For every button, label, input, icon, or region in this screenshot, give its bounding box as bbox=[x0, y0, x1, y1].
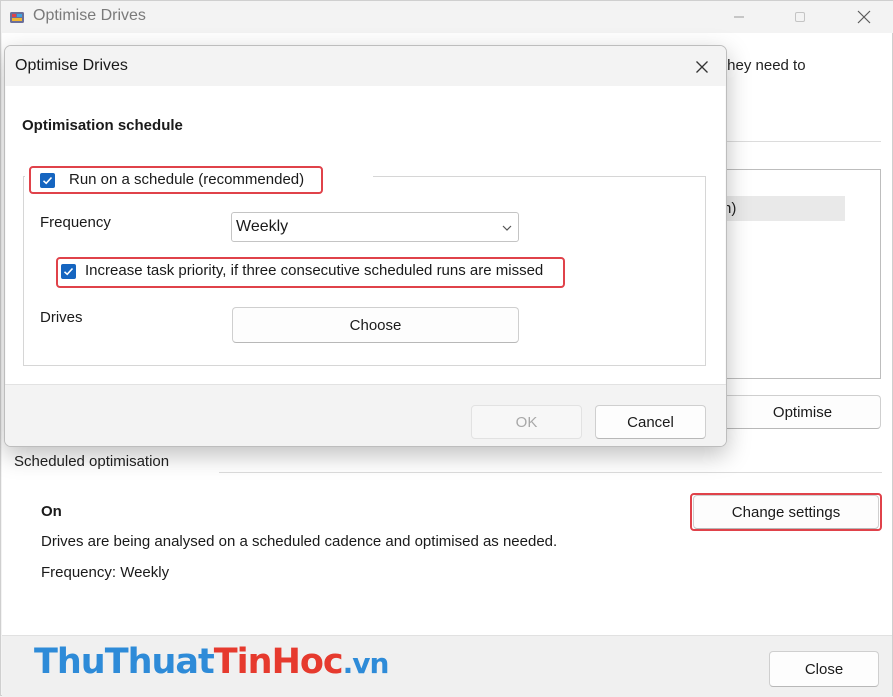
cancel-button[interactable]: Cancel bbox=[595, 405, 706, 439]
watermark-part1: ThuThuat bbox=[34, 642, 215, 682]
change-settings-button[interactable]: Change settings bbox=[693, 495, 879, 529]
ok-button[interactable]: OK bbox=[471, 405, 582, 439]
run-on-schedule-label[interactable]: Run on a schedule (recommended) bbox=[69, 171, 304, 188]
main-titlebar: Optimise Drives bbox=[1, 1, 893, 33]
watermark-logo: ThuThuatTinHoc.vn bbox=[34, 642, 390, 682]
watermark-part2: TinHoc bbox=[213, 642, 344, 682]
optimise-button[interactable]: Optimise bbox=[725, 395, 881, 429]
dialog-close-button[interactable] bbox=[685, 52, 719, 82]
divider bbox=[723, 141, 881, 142]
main-window-title: Optimise Drives bbox=[33, 7, 146, 24]
defrag-app-icon bbox=[9, 9, 25, 25]
increase-priority-label[interactable]: Increase task priority, if three consecu… bbox=[85, 262, 543, 279]
drive-list-header bbox=[723, 170, 845, 197]
schedule-frequency: Frequency: Weekly bbox=[41, 564, 170, 581]
minimize-icon bbox=[734, 16, 744, 18]
close-button[interactable]: Close bbox=[769, 651, 879, 687]
optimisation-schedule-dialog: Optimise Drives Optimisation schedule Ru… bbox=[4, 45, 727, 447]
dialog-titlebar: Optimise Drives bbox=[5, 46, 726, 86]
schedule-status: On bbox=[41, 503, 62, 520]
frequency-dropdown[interactable]: Weekly bbox=[231, 212, 519, 242]
schedule-description: Drives are being analysed on a scheduled… bbox=[41, 533, 558, 550]
checkmark-icon bbox=[63, 267, 74, 276]
drives-label: Drives bbox=[40, 309, 83, 326]
drive-list-row-selected[interactable] bbox=[723, 196, 845, 221]
choose-drives-button[interactable]: Choose bbox=[232, 307, 519, 343]
main-close-button[interactable] bbox=[841, 1, 887, 33]
dialog-title: Optimise Drives bbox=[15, 57, 128, 74]
maximize-button[interactable] bbox=[777, 1, 823, 33]
description-text: they need to bbox=[723, 57, 806, 74]
dialog-heading: Optimisation schedule bbox=[22, 117, 183, 134]
increase-priority-checkbox[interactable] bbox=[61, 264, 76, 279]
scheduled-optimisation-heading: Scheduled optimisation bbox=[14, 453, 170, 470]
watermark-part3: .vn bbox=[342, 647, 390, 680]
chevron-down-icon bbox=[501, 221, 513, 233]
maximize-icon bbox=[795, 12, 805, 22]
frequency-label: Frequency bbox=[40, 214, 111, 231]
close-icon bbox=[857, 10, 871, 24]
drive-list[interactable]: n) bbox=[723, 169, 881, 379]
checkmark-icon bbox=[42, 176, 53, 185]
divider bbox=[219, 472, 882, 473]
close-icon bbox=[696, 61, 708, 73]
minimize-button[interactable] bbox=[716, 1, 762, 33]
run-on-schedule-checkbox[interactable] bbox=[40, 173, 55, 188]
